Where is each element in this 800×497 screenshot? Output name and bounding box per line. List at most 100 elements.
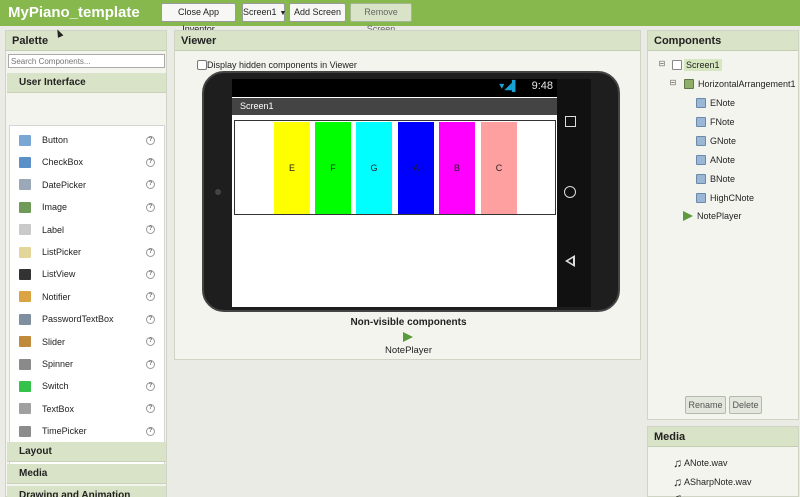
media-panel: Media ♫ ANote.wav ♫ ASharpNote.wav ♫ — [647, 426, 799, 497]
components-panel: Components ⊟ Screen1 ⊟ HorizontalArrange… — [647, 30, 799, 420]
datepicker-icon — [19, 179, 31, 191]
piano-key-b[interactable]: B — [439, 122, 475, 214]
palette-item-spinner[interactable]: Spinner? — [10, 353, 164, 375]
piano-key-f[interactable]: F — [315, 122, 351, 214]
tree-node-anote[interactable]: ANote — [696, 152, 737, 168]
password-icon — [19, 313, 31, 325]
app-title: MyPiano_template — [8, 4, 140, 21]
help-icon[interactable]: ? — [146, 180, 155, 190]
palette-item-image[interactable]: Image? — [10, 196, 164, 218]
remove-screen-button[interactable]: Remove Screen — [350, 3, 412, 34]
piano-key-a[interactable]: A — [398, 122, 434, 214]
back-icon-inner — [568, 258, 573, 264]
help-icon[interactable]: ? — [146, 381, 155, 391]
tree-node-enote[interactable]: ENote — [696, 95, 737, 111]
help-icon[interactable]: ? — [146, 202, 155, 212]
palette-item-label: DatePicker — [42, 179, 87, 190]
help-icon[interactable]: ? — [146, 135, 155, 145]
palette-item-label: TimePicker — [42, 426, 87, 437]
piano-key-e[interactable]: E — [274, 122, 310, 214]
media-item[interactable]: ♫ ANote.wav — [673, 456, 728, 470]
screen-icon — [672, 60, 682, 70]
palette-item-notifier[interactable]: Notifier? — [10, 286, 164, 308]
checkbox-icon — [19, 156, 31, 168]
notifier-icon — [19, 291, 31, 303]
status-time: 9:48 — [531, 80, 553, 92]
collapse-toggle-icon[interactable]: ⊟ — [669, 79, 677, 88]
category-media[interactable]: Media — [7, 464, 166, 484]
screen-select-label: Screen1 — [243, 7, 277, 17]
close-app-button[interactable]: Close App Inventor — [161, 3, 236, 34]
media-item[interactable]: ♫ ASharpNote.wav — [673, 475, 752, 489]
search-input[interactable] — [8, 54, 165, 68]
slider-icon — [19, 336, 31, 348]
display-hidden-checkbox[interactable]: Display hidden components in Viewer — [197, 60, 357, 70]
button-icon — [696, 155, 706, 165]
media-item-partial[interactable]: ♫ — [673, 491, 684, 497]
palette-item-slider[interactable]: Slider? — [10, 331, 164, 353]
tree-node-bnote[interactable]: BNote — [696, 171, 737, 187]
piano-key-c[interactable]: C — [481, 122, 517, 214]
category-drawing-animation[interactable]: Drawing and Animation — [7, 486, 166, 497]
palette-item-switch[interactable]: Switch? — [10, 375, 164, 397]
label-icon — [19, 224, 31, 236]
button-icon — [696, 193, 706, 203]
wifi-signal-battery-icon: ▾◢▌ — [499, 81, 519, 92]
help-icon[interactable]: ? — [146, 426, 155, 436]
delete-button[interactable]: Delete — [729, 396, 762, 414]
palette-item-timepicker[interactable]: TimePicker? — [10, 420, 164, 442]
palette-item-label: ListPicker — [42, 247, 82, 257]
piano-key-g[interactable]: G — [356, 122, 392, 214]
tree-node-gnote[interactable]: GNote — [696, 133, 738, 149]
palette-item-passwordtextbox[interactable]: PasswordTextBox? — [10, 308, 164, 330]
noteplayer-icon[interactable] — [403, 332, 413, 342]
palette-item-textbox[interactable]: TextBox? — [10, 398, 164, 420]
tree-node-fnote[interactable]: FNote — [696, 114, 737, 130]
viewer-panel: Viewer Display hidden components in View… — [174, 30, 641, 360]
palette-item-label: CheckBox — [42, 157, 84, 168]
palette-item-checkbox[interactable]: CheckBox? — [10, 151, 164, 173]
palette-item-datepicker[interactable]: DatePicker? — [10, 174, 164, 196]
home-icon — [564, 186, 576, 198]
status-bar: ▾◢▌ 9:48 — [232, 79, 557, 97]
viewer-title: Viewer — [175, 31, 640, 51]
help-icon[interactable]: ? — [146, 247, 155, 257]
checkbox-icon[interactable] — [197, 60, 207, 70]
image-icon — [19, 201, 31, 213]
palette-item-button[interactable]: Button? — [10, 129, 164, 151]
spinner-icon — [19, 358, 31, 370]
tree-node-noteplayer[interactable]: NotePlayer — [683, 208, 744, 224]
help-icon[interactable]: ? — [146, 337, 155, 347]
palette-item-label: Button — [42, 135, 69, 145]
help-icon[interactable]: ? — [146, 225, 155, 235]
add-screen-button[interactable]: Add Screen ... — [289, 3, 346, 34]
category-layout[interactable]: Layout — [7, 442, 166, 462]
help-icon[interactable]: ? — [146, 314, 155, 324]
help-icon[interactable]: ? — [146, 359, 155, 369]
palette-item-label[interactable]: Label? — [10, 219, 164, 241]
screen-select-dropdown[interactable]: Screen1 ▼ — [242, 3, 286, 22]
timepicker-icon — [19, 425, 31, 437]
horizontal-arrangement[interactable]: EFGABC — [234, 120, 556, 215]
collapse-toggle-icon[interactable]: ⊟ — [658, 60, 666, 69]
button-icon — [19, 134, 31, 146]
tree-node-highcnote[interactable]: HighCNote — [696, 190, 756, 206]
phone-camera-icon — [215, 189, 221, 195]
arrangement-icon — [684, 79, 694, 89]
help-icon[interactable]: ? — [146, 157, 155, 167]
nonvisible-noteplayer-label[interactable]: NotePlayer — [175, 345, 642, 356]
help-icon[interactable]: ? — [146, 269, 155, 279]
palette-item-listview[interactable]: ListView? — [10, 263, 164, 285]
listview-icon — [19, 268, 31, 280]
rename-button[interactable]: Rename — [685, 396, 726, 414]
tree-node-horizontalarrangement1[interactable]: HorizontalArrangement1 — [684, 76, 798, 92]
category-user-interface[interactable]: User Interface — [7, 73, 166, 93]
tree-node-screen1[interactable]: Screen1 — [672, 57, 722, 73]
top-bar: MyPiano_template Close App Inventor Scre… — [0, 0, 800, 34]
palette-item-listpicker[interactable]: ListPicker? — [10, 241, 164, 263]
help-icon[interactable]: ? — [146, 404, 155, 414]
palette-item-label: Spinner — [42, 359, 74, 369]
help-icon[interactable]: ? — [146, 292, 155, 302]
music-note-icon: ♫ — [673, 491, 682, 497]
screen-title-bar: Screen1 — [232, 98, 557, 115]
